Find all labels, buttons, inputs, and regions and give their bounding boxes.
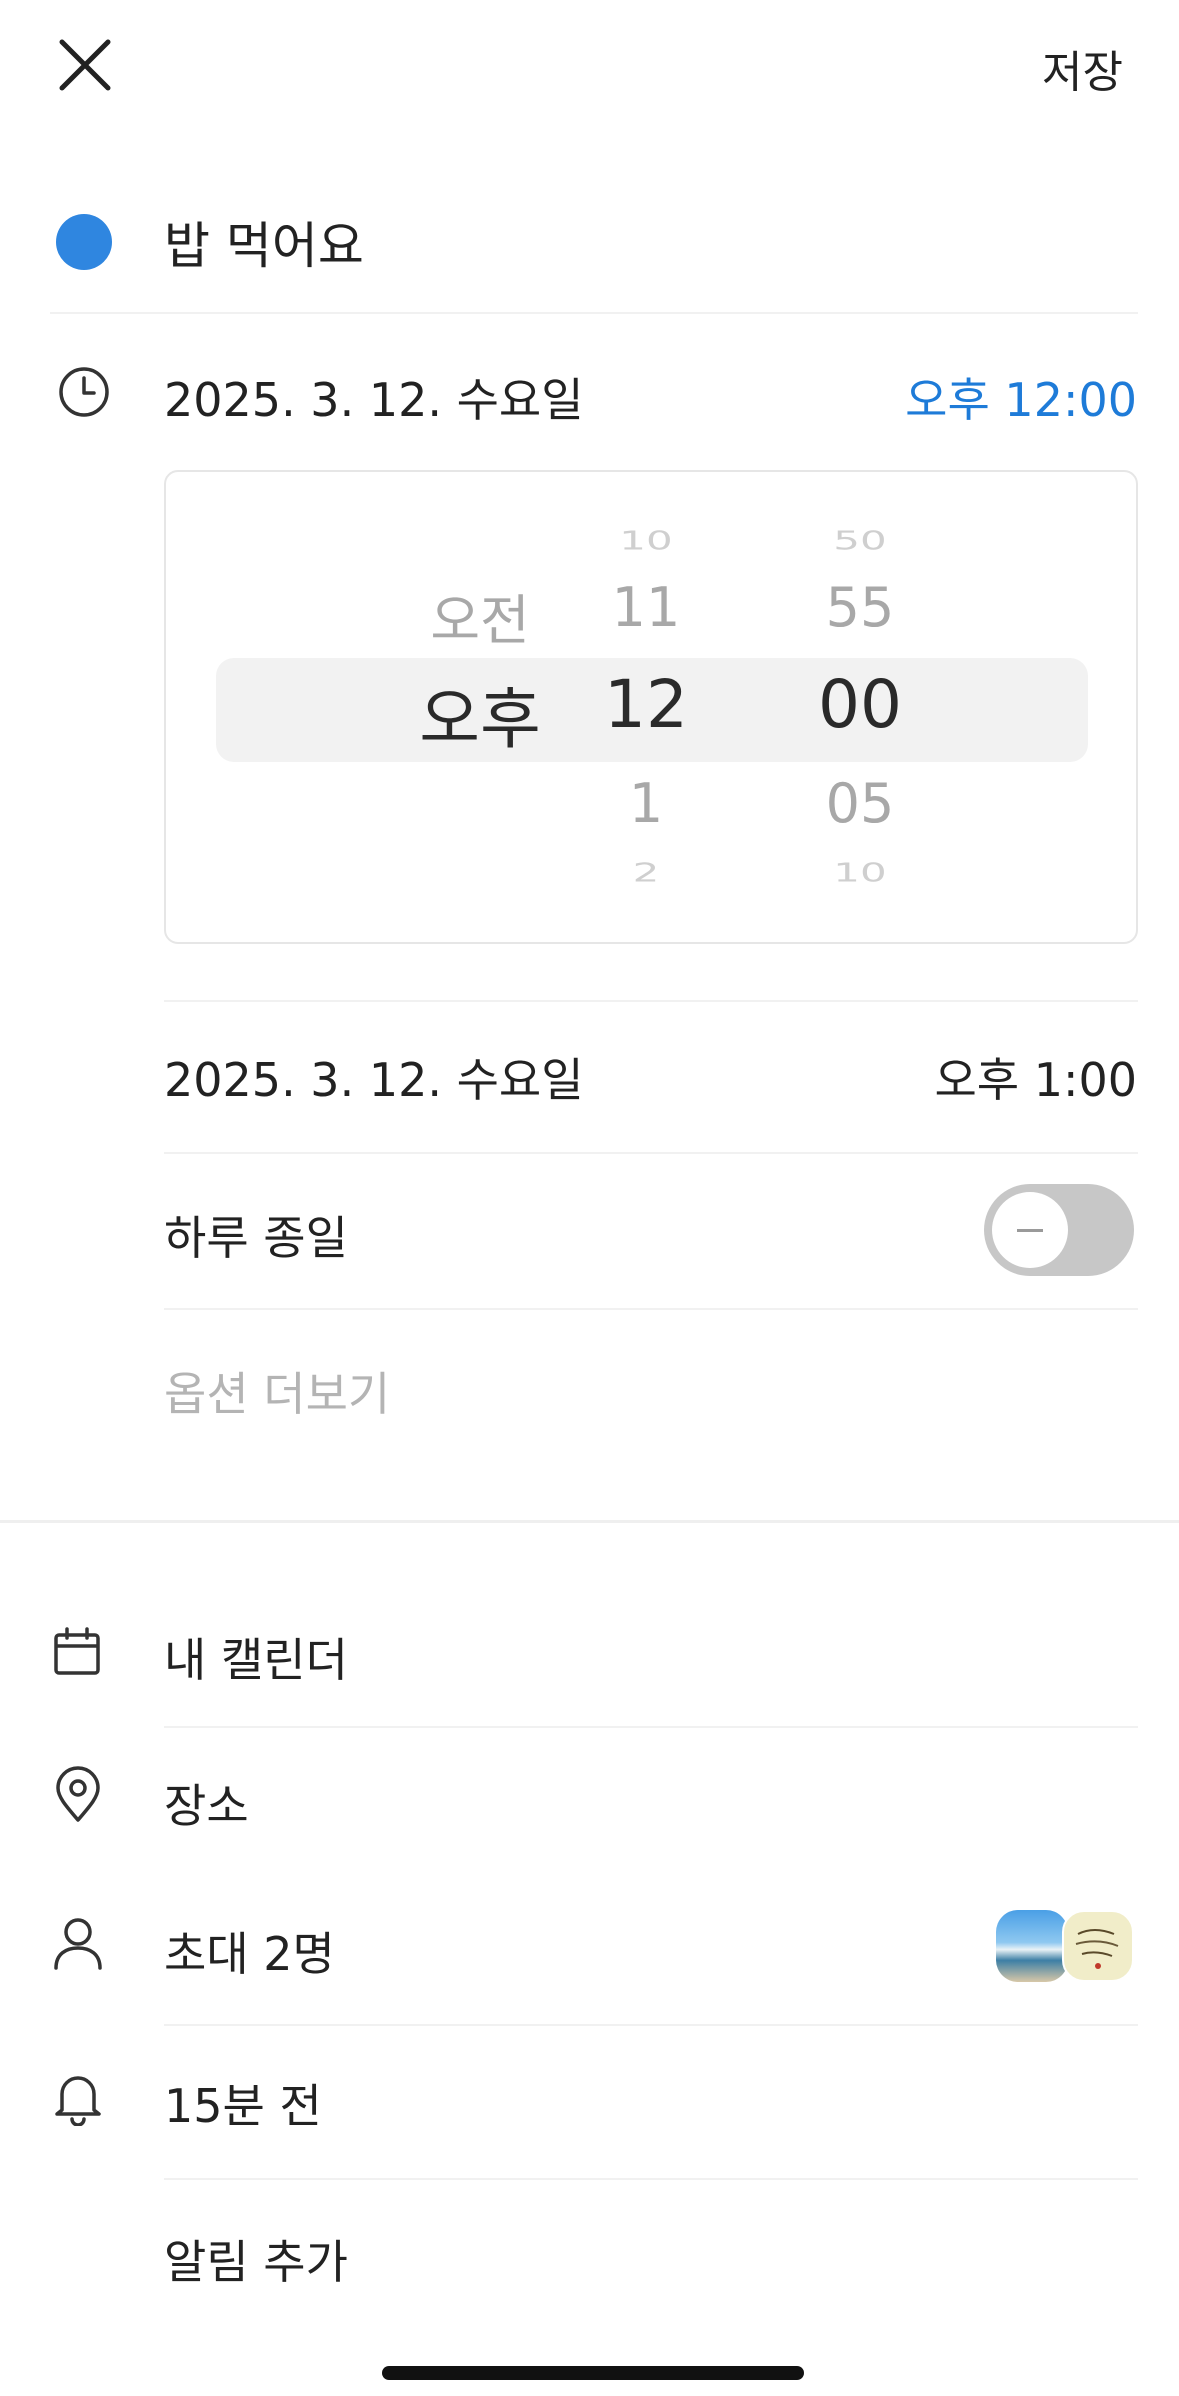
time-picker[interactable]: 오전 오후 10 11 12 1 2 50 55 00 05 10 <box>164 470 1138 944</box>
more-options-link[interactable]: 옵션 더보기 <box>164 1358 390 1424</box>
avatar[interactable] <box>996 1910 1068 1982</box>
divider <box>164 2024 1138 2026</box>
start-time[interactable]: 오후 12:00 <box>905 364 1137 430</box>
avatar[interactable] <box>1062 1910 1134 1982</box>
person-icon <box>48 1914 108 1974</box>
picker-minute-selected[interactable]: 00 <box>818 666 902 743</box>
section-divider <box>0 1520 1179 1523</box>
event-color-dot[interactable] <box>56 214 112 270</box>
minus-icon <box>1017 1229 1043 1232</box>
calendar-icon <box>48 1622 108 1682</box>
picker-minute-prev2[interactable]: 50 <box>833 525 886 555</box>
picker-hour-prev2[interactable]: 10 <box>619 525 672 555</box>
avatar-image <box>1075 1929 1119 1969</box>
end-time[interactable]: 오후 1:00 <box>934 1044 1137 1110</box>
picker-hour-next1[interactable]: 1 <box>629 772 663 835</box>
invitees-field[interactable]: 초대 2명 <box>164 1918 335 1984</box>
all-day-toggle[interactable] <box>984 1184 1134 1276</box>
event-edit-screen: 저장 밥 먹어요 2025. 3. 12. 수요일 오후 12:00 오전 오후… <box>0 0 1179 2396</box>
picker-hour-prev1[interactable]: 11 <box>612 576 681 639</box>
divider <box>164 1726 1138 1728</box>
all-day-label: 하루 종일 <box>164 1211 348 1265</box>
location-pin-icon <box>48 1766 108 1826</box>
divider <box>164 1152 1138 1154</box>
event-title-input[interactable]: 밥 먹어요 <box>164 206 364 278</box>
picker-hour-next2[interactable]: 2 <box>633 857 660 887</box>
home-indicator <box>382 2366 804 2380</box>
start-date[interactable]: 2025. 3. 12. 수요일 <box>164 364 584 430</box>
clock-icon <box>54 362 114 422</box>
end-date[interactable]: 2025. 3. 12. 수요일 <box>164 1044 584 1110</box>
close-button[interactable] <box>50 30 120 100</box>
toggle-knob <box>992 1192 1068 1268</box>
picker-hour-selected[interactable]: 12 <box>604 666 688 743</box>
divider <box>164 1000 1138 1002</box>
alert-field[interactable]: 15분 전 <box>164 2070 322 2136</box>
save-button[interactable]: 저장 <box>1042 36 1123 100</box>
location-field[interactable]: 장소 <box>164 1770 249 1836</box>
picker-period-selected[interactable]: 오후 <box>419 666 540 762</box>
bell-icon <box>48 2066 108 2127</box>
close-icon <box>59 39 111 91</box>
divider <box>50 312 1138 314</box>
divider <box>164 1308 1138 1310</box>
picker-minute-next2[interactable]: 10 <box>833 857 886 887</box>
divider <box>164 2178 1138 2180</box>
picker-minute-next1[interactable]: 05 <box>826 772 895 835</box>
picker-minute-prev1[interactable]: 55 <box>826 576 895 639</box>
add-alert-button[interactable]: 알림 추가 <box>164 2226 348 2292</box>
picker-period-prev[interactable]: 오전 <box>430 576 529 655</box>
calendar-selector[interactable]: 내 캘린더 <box>164 1624 348 1690</box>
